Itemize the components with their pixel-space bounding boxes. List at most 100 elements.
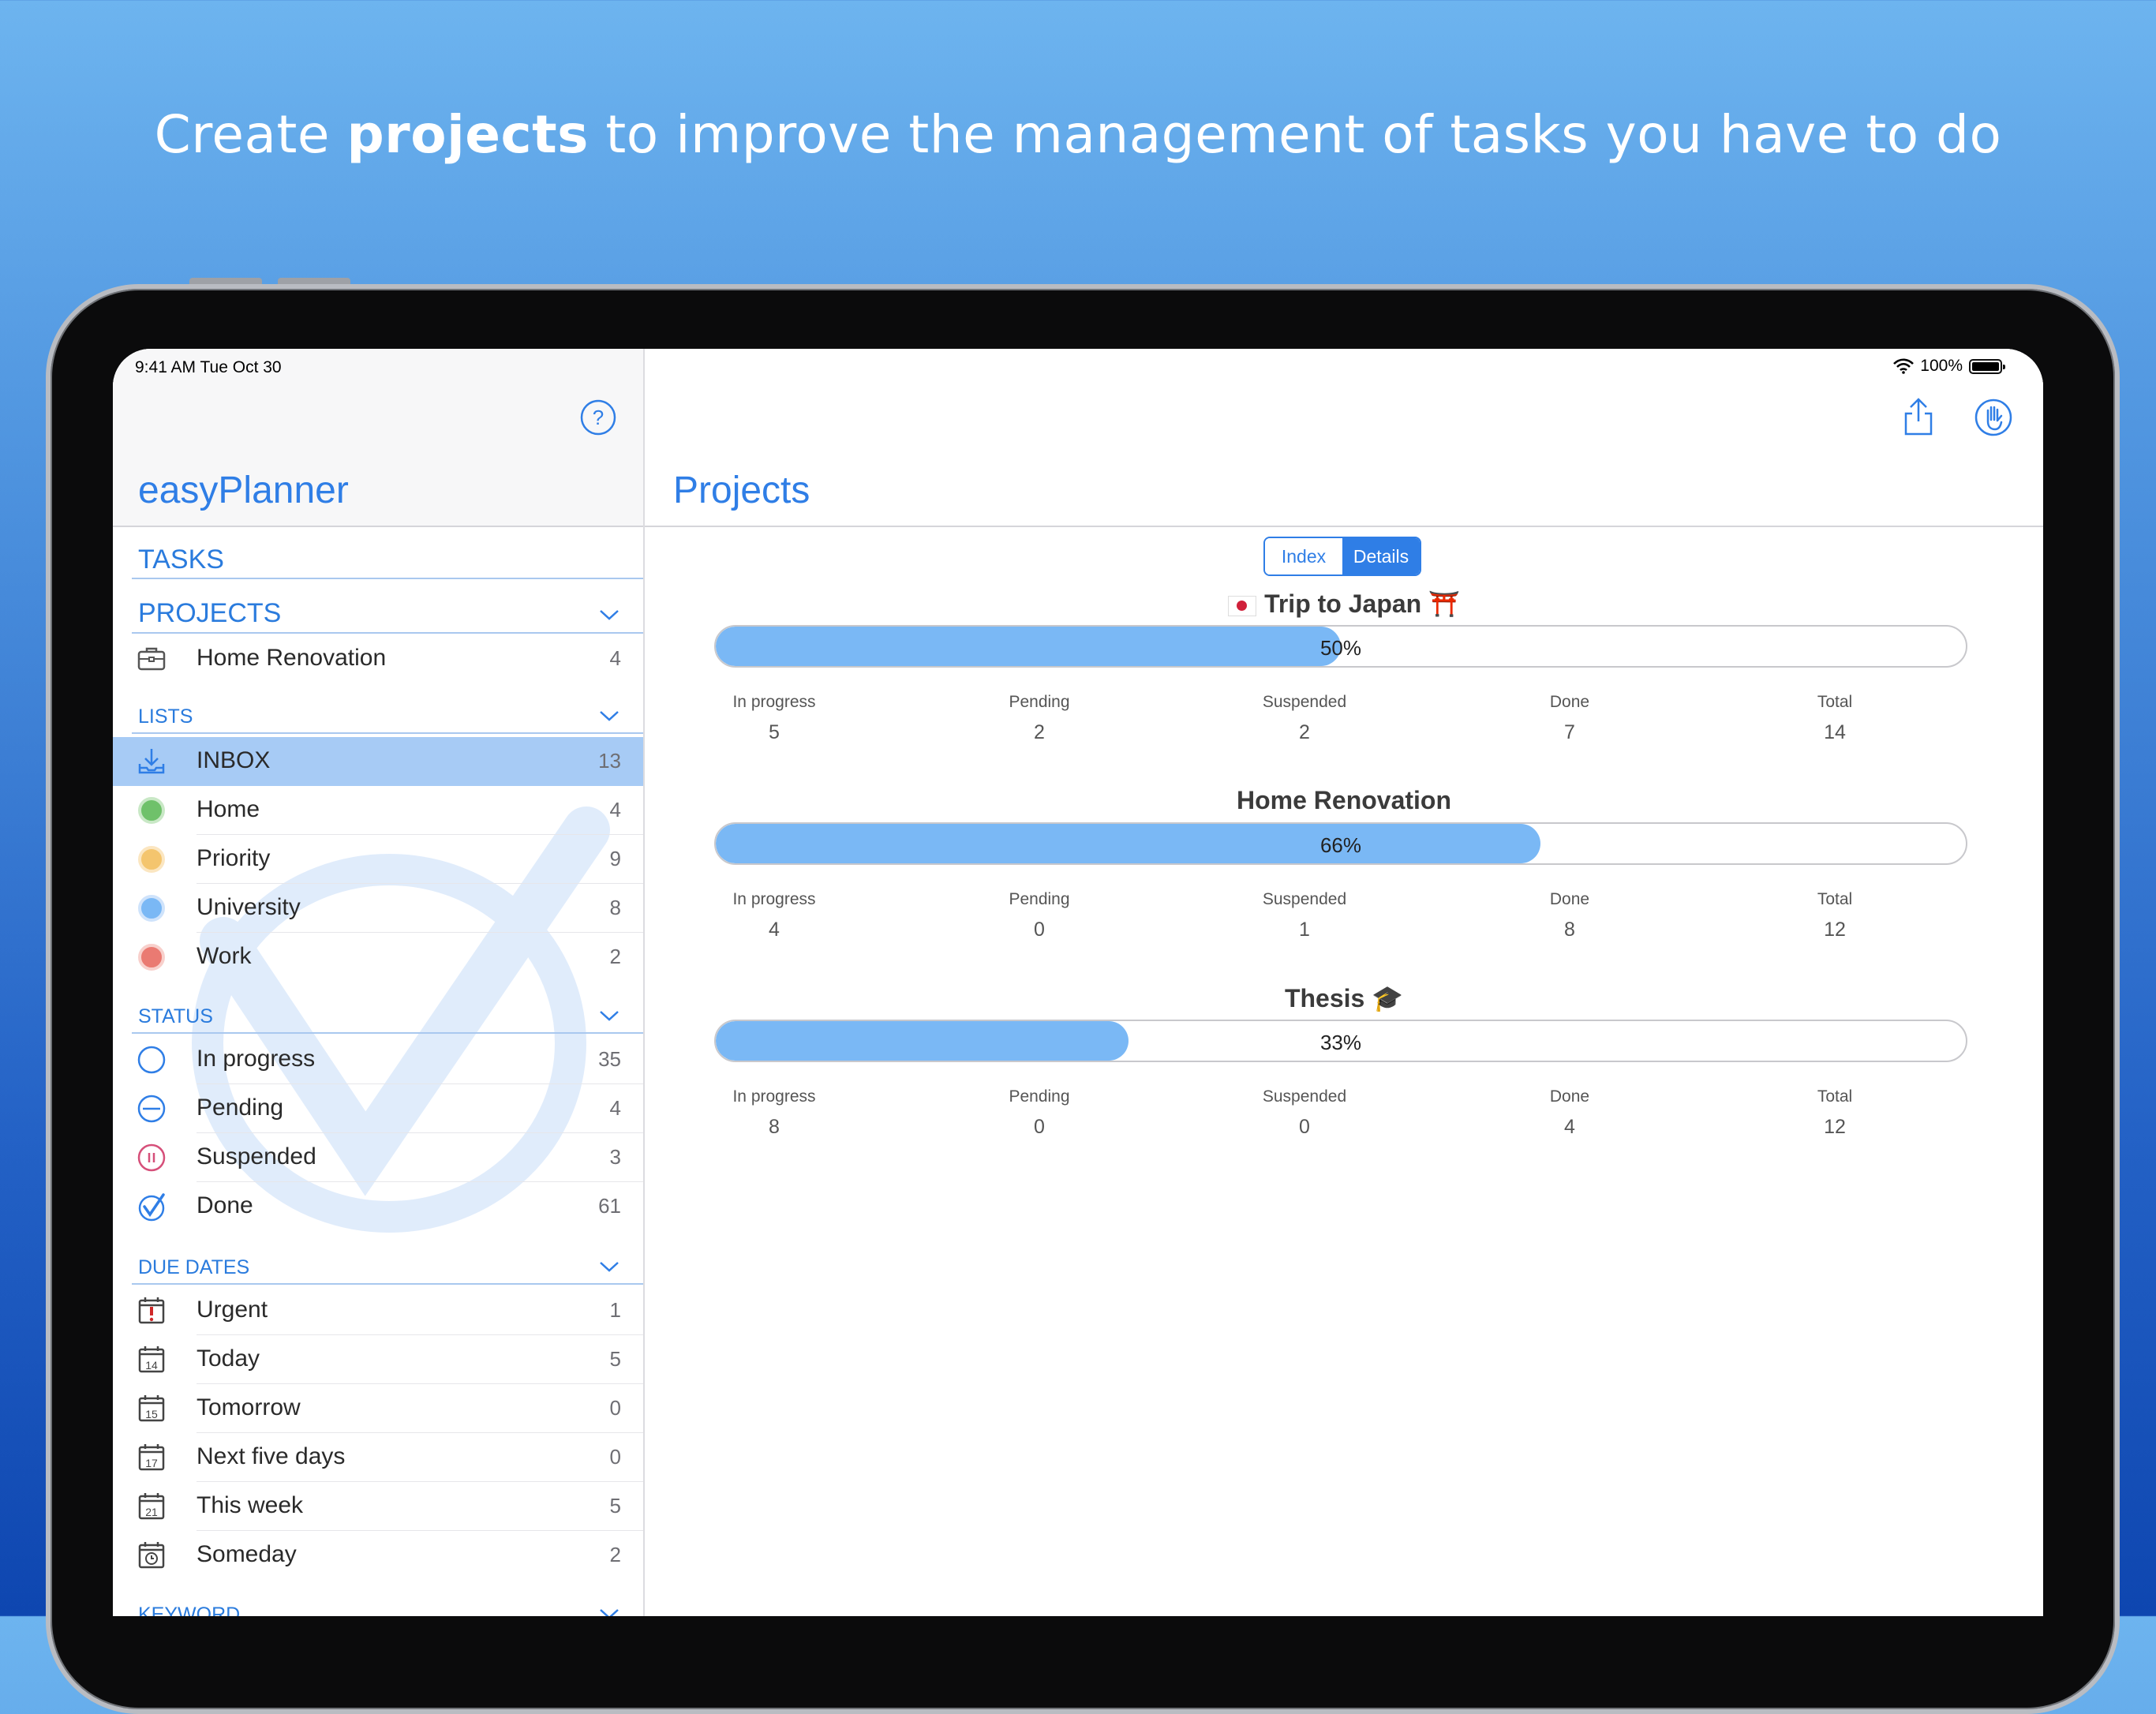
chevron-down-icon[interactable] [599,1010,619,1021]
sidebar-item-urgent[interactable]: Urgent 1 [113,1286,643,1335]
sidebar-item-label: Suspended [197,1143,316,1169]
stat-value: 5 [769,721,780,743]
sidebar-item-label: Someday [197,1541,297,1567]
due-dates-section-title[interactable]: DUE DATES [138,1256,249,1279]
sidebar-item-label: Work [197,943,252,969]
chevron-down-icon[interactable] [599,1261,619,1272]
progress-bar: 50% [714,625,1967,668]
stat-total: Total 14 [1756,693,1914,744]
calendar-day-number: 14 [145,1359,158,1372]
sidebar-item-home-renovation[interactable]: Home Renovation 4 [113,634,643,683]
stat-label: Pending [1009,693,1070,711]
stat-value: 8 [769,1116,780,1138]
stat-label: Suspended [1262,1087,1347,1106]
stat-value: 12 [1824,919,1846,941]
calendar-icon: 17 [138,1444,165,1471]
segment-index[interactable]: Index [1265,538,1342,574]
project-card[interactable]: Home Renovation 66% In progress 4 Pending… [645,786,2043,975]
sidebar-item-today[interactable]: 14 Today 5 [113,1335,643,1384]
project-card[interactable]: Thesis 🎓 33% In progress 8 Pending 0 Suspe… [645,983,2043,1173]
help-icon[interactable]: ? [580,399,616,436]
marketing-headline: Create projects to improve the managemen… [0,104,2156,165]
sidebar-item-next-five-days[interactable]: 17 Next five days 0 [113,1433,643,1482]
sidebar-item-suspended[interactable]: Suspended 3 [113,1133,643,1182]
stat-value: 2 [1299,721,1310,743]
sidebar-item-label: Done [197,1192,253,1218]
stat-suspended: Suspended 2 [1226,693,1383,744]
volume-button [278,278,350,284]
project-name: Thesis 🎓 [1284,984,1404,1012]
empty-circle-icon [137,1046,166,1074]
yellow-dot-icon [138,846,165,873]
sidebar-item-inbox[interactable]: INBOX 13 [113,737,643,786]
project-name: Trip to Japan ⛩️ [645,589,2043,619]
headline-start: Create [154,104,347,165]
lists-section-title[interactable]: LISTS [138,705,193,728]
sidebar-item-work[interactable]: Work 2 [113,933,643,982]
main-header: Projects [645,349,2043,527]
sidebar-item-count: 4 [609,646,621,670]
calendar-icon: 14 [138,1346,165,1373]
chevron-down-icon[interactable] [599,1608,619,1616]
calendar-icon: 15 [138,1395,165,1422]
urgent-calendar-icon [138,1297,165,1324]
stat-label: Total [1817,1087,1853,1106]
stat-suspended: Suspended 1 [1226,890,1383,941]
stat-value: 2 [1034,721,1045,743]
sidebar-item-pending[interactable]: Pending 4 [113,1084,643,1133]
stat-value: 4 [769,919,780,941]
divider [132,1032,643,1034]
sidebar-item-this-week[interactable]: 21 This week 5 [113,1482,643,1531]
sidebar-item-label: Home Renovation [197,645,387,671]
chevron-down-icon[interactable] [599,609,619,620]
stat-pending: Pending 2 [960,693,1118,744]
projects-section-title[interactable]: PROJECTS [138,598,281,629]
sidebar-item-in-progress[interactable]: In progress 35 [113,1035,643,1084]
status-time: 9:41 AM Tue Oct 30 [135,358,282,376]
sidebar-item-university[interactable]: University 8 [113,884,643,933]
battery-icon [1969,358,2005,374]
green-dot-icon [138,797,165,824]
stat-value: 7 [1564,721,1575,743]
calendar-day-number: 17 [145,1457,158,1469]
sidebar-item-home[interactable]: Home 4 [113,786,643,835]
hand-gesture-icon[interactable] [1974,398,2013,437]
sidebar-item-count: 0 [609,1445,621,1469]
minus-circle-icon [137,1095,166,1123]
sidebar-item-count: 35 [598,1047,621,1071]
calendar-clock-icon [138,1542,165,1569]
stat-label: Suspended [1262,693,1347,711]
tasks-section-title[interactable]: TASKS [138,545,224,575]
calendar-day-number: 15 [145,1408,158,1420]
share-icon[interactable] [1900,396,1937,437]
screen: ? easyPlanner TASKS PROJECTS Home Renova… [113,349,2043,1616]
stat-label: Total [1817,693,1853,711]
project-card[interactable]: Trip to Japan ⛩️ 50% In progress 5 Pendin… [645,589,2043,778]
check-circle-icon [138,1193,165,1222]
sidebar-item-count: 9 [609,847,621,870]
stat-label: Done [1549,693,1590,711]
segment-details[interactable]: Details [1342,538,1420,574]
chevron-down-icon[interactable] [599,710,619,721]
sidebar-item-count: 5 [609,1494,621,1518]
sidebar-item-count: 3 [609,1145,621,1169]
sidebar-item-count: 2 [609,945,621,968]
stat-value: 12 [1824,1116,1846,1138]
sidebar-item-label: Tomorrow [197,1394,301,1420]
stat-label: In progress [732,890,816,908]
keyword-section-title[interactable]: KEYWORD [138,1604,240,1616]
calendar-day-number: 21 [145,1506,158,1518]
sidebar-item-count: 61 [598,1194,621,1218]
sidebar-item-tomorrow[interactable]: 15 Tomorrow 0 [113,1384,643,1433]
stat-value: 8 [1564,919,1575,941]
sidebar-item-done[interactable]: Done 61 [113,1182,643,1231]
stat-label: Pending [1009,890,1070,908]
stat-value: 1 [1299,919,1310,941]
sidebar-item-count: 4 [609,798,621,821]
stat-value: 14 [1824,721,1846,743]
svg-text:?: ? [593,406,604,429]
sidebar-item-label: This week [197,1492,304,1518]
status-section-title[interactable]: STATUS [138,1005,213,1028]
sidebar-item-someday[interactable]: Someday 2 [113,1531,643,1580]
sidebar-item-priority[interactable]: Priority 9 [113,835,643,884]
